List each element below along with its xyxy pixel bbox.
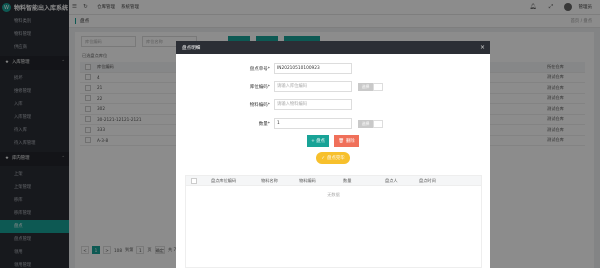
finish-stocktake-button[interactable]: ✓ 盘点完毕 [316,152,350,164]
quantity-row: 数量* 1 选择 [176,118,383,129]
material-label: 物料编码* [249,102,270,108]
trash-icon: 🗑︎ [338,138,344,144]
material-code-input[interactable]: 请输入物料编码 [274,99,352,110]
close-icon[interactable]: × [480,44,490,51]
check-icon: ✓ [321,155,326,161]
quantity-toggle[interactable] [373,119,383,128]
col-counter: 盘点人 [385,177,398,183]
order-no-row: 盘点单号* IN20210510100923 [176,63,352,74]
order-no-label: 盘点单号* [249,66,270,72]
col-material-name: 物料名称 [261,177,278,183]
select-quantity-button[interactable]: 选择 [358,119,373,128]
col-time: 盘点时间 [419,177,436,183]
select-location-button[interactable]: 选择 [358,82,373,91]
location-toggle[interactable] [373,82,383,91]
col-material-code: 物料编码 [299,177,316,183]
stocktake-detail-dialog: 盘点明细 × 盘点单号* IN20210510100923 库位编码* 请输入库… [176,41,490,268]
finish-button-label: 盘点完毕 [327,156,345,161]
location-code-input[interactable]: 请输入库位编码 [274,81,352,92]
empty-state: 无数据 [327,192,340,197]
quantity-label: 数量* [258,121,270,127]
detail-table-header: 盘点库位编码 物料名称 物料编码 数量 盘点人 盘点时间 [186,176,481,186]
add-stocktake-button[interactable]: + 盘点 [307,135,329,147]
quantity-field[interactable]: 1 [274,118,352,129]
col-location-code: 盘点库位编码 [211,177,237,183]
select-all-checkbox[interactable] [191,177,197,184]
material-row: 物料编码* 请输入物料编码 [176,99,352,110]
dialog-header: 盘点明细 × [176,41,490,54]
col-quantity: 数量 [343,177,352,183]
order-no-field[interactable]: IN20210510100923 [274,63,352,74]
location-label: 库位编码* [249,84,270,90]
stocktake-detail-table: 盘点库位编码 物料名称 物料编码 数量 盘点人 盘点时间 无数据 [185,175,482,268]
delete-button-label: 删除 [345,139,355,144]
delete-button[interactable]: 🗑︎ 删除 [334,135,359,147]
location-row: 库位编码* 请输入库位编码 选择 [176,81,383,92]
dialog-title: 盘点明细 [182,45,201,51]
